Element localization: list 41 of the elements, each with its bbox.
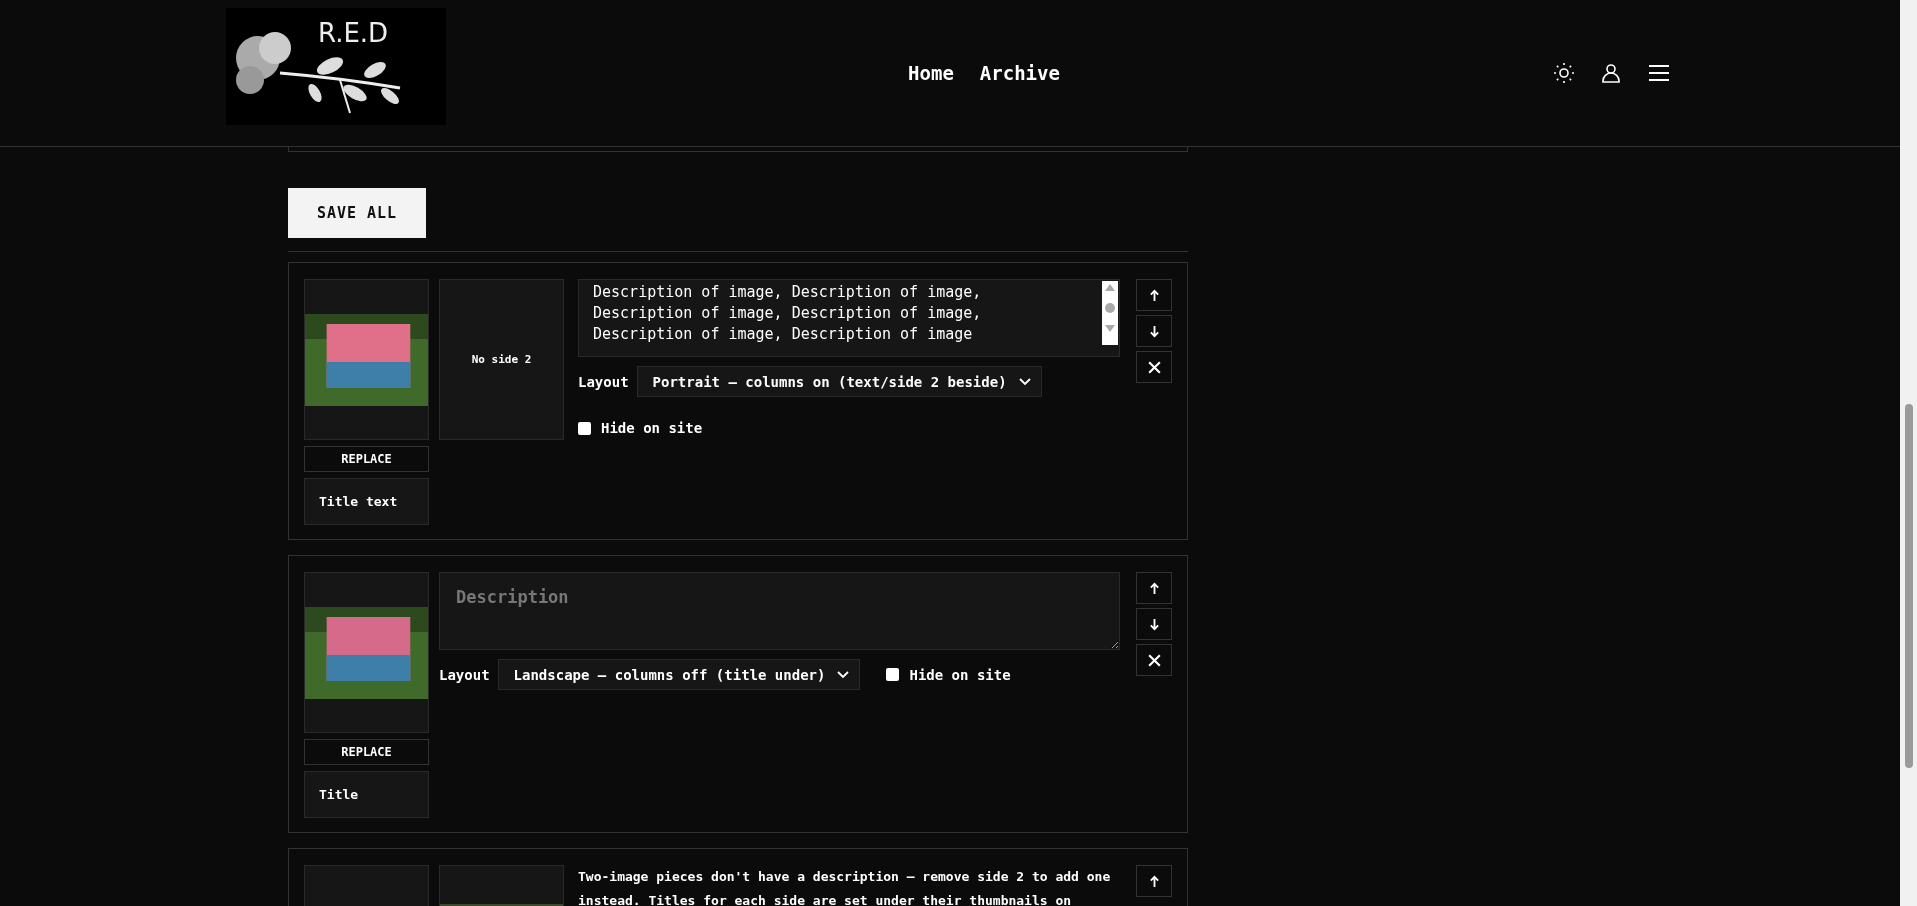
sun-icon[interactable] bbox=[1552, 61, 1576, 85]
nav-link[interactable]: Archive bbox=[979, 62, 1060, 84]
layout-select[interactable]: Landscape – columns off (title under) bbox=[497, 659, 861, 690]
user-icon[interactable] bbox=[1599, 61, 1623, 85]
hide-label: Hide on site bbox=[601, 420, 703, 436]
down-arrow-icon bbox=[1148, 617, 1160, 631]
layout-label: Layout bbox=[578, 373, 629, 390]
replace-button[interactable]: REPLACE bbox=[304, 446, 429, 472]
chevron-down-icon bbox=[837, 670, 850, 679]
layout-select[interactable]: Portrait – columns on (text/side 2 beside) bbox=[636, 366, 1042, 397]
chevron-down-icon bbox=[1018, 377, 1031, 386]
up-arrow-icon bbox=[1148, 288, 1160, 302]
move-up-button[interactable] bbox=[1136, 865, 1172, 897]
move-down-button[interactable] bbox=[1136, 608, 1172, 640]
remove-button[interactable] bbox=[1136, 644, 1172, 676]
title-field[interactable]: Title bbox=[304, 771, 429, 818]
up-arrow-icon bbox=[1148, 581, 1160, 595]
description-field[interactable]: Description bbox=[439, 572, 1120, 650]
save-all-button[interactable]: SAVE ALL bbox=[288, 188, 426, 238]
description-field[interactable]: Description of image, Description of image, Description of image, Description of image, Description of image, Description of image bbox=[578, 279, 1120, 357]
close-icon bbox=[1146, 359, 1162, 375]
replace-button[interactable]: REPLACE bbox=[304, 739, 429, 765]
move-down-button[interactable] bbox=[1136, 315, 1172, 347]
up-arrow-icon bbox=[1148, 874, 1160, 888]
nav-link[interactable]: Home bbox=[908, 62, 954, 84]
page-scrollbar[interactable] bbox=[1900, 0, 1917, 906]
hide-checkbox[interactable] bbox=[886, 668, 900, 681]
remove-button[interactable] bbox=[1136, 351, 1172, 383]
logo[interactable]: R.E.D bbox=[226, 7, 446, 125]
close-icon bbox=[1146, 652, 1162, 668]
layout-label: Layout bbox=[439, 666, 490, 683]
scrollbar-icon[interactable] bbox=[1102, 281, 1118, 345]
hide-checkbox[interactable] bbox=[578, 421, 591, 435]
logo-text: R.E.D bbox=[318, 17, 389, 48]
note-text: Two-image pieces don't have a description – remove side 2 to add one instead. Titles for each side are set under their thumbnails on bbox=[578, 868, 1112, 906]
move-up-button[interactable] bbox=[1136, 279, 1172, 311]
down-arrow-icon bbox=[1148, 324, 1160, 338]
move-up-button[interactable] bbox=[1136, 572, 1172, 604]
hide-label: Hide on site bbox=[909, 666, 1011, 683]
no-side-2-label: No side 2 bbox=[471, 353, 532, 366]
title-field[interactable]: Title text bbox=[304, 478, 429, 525]
